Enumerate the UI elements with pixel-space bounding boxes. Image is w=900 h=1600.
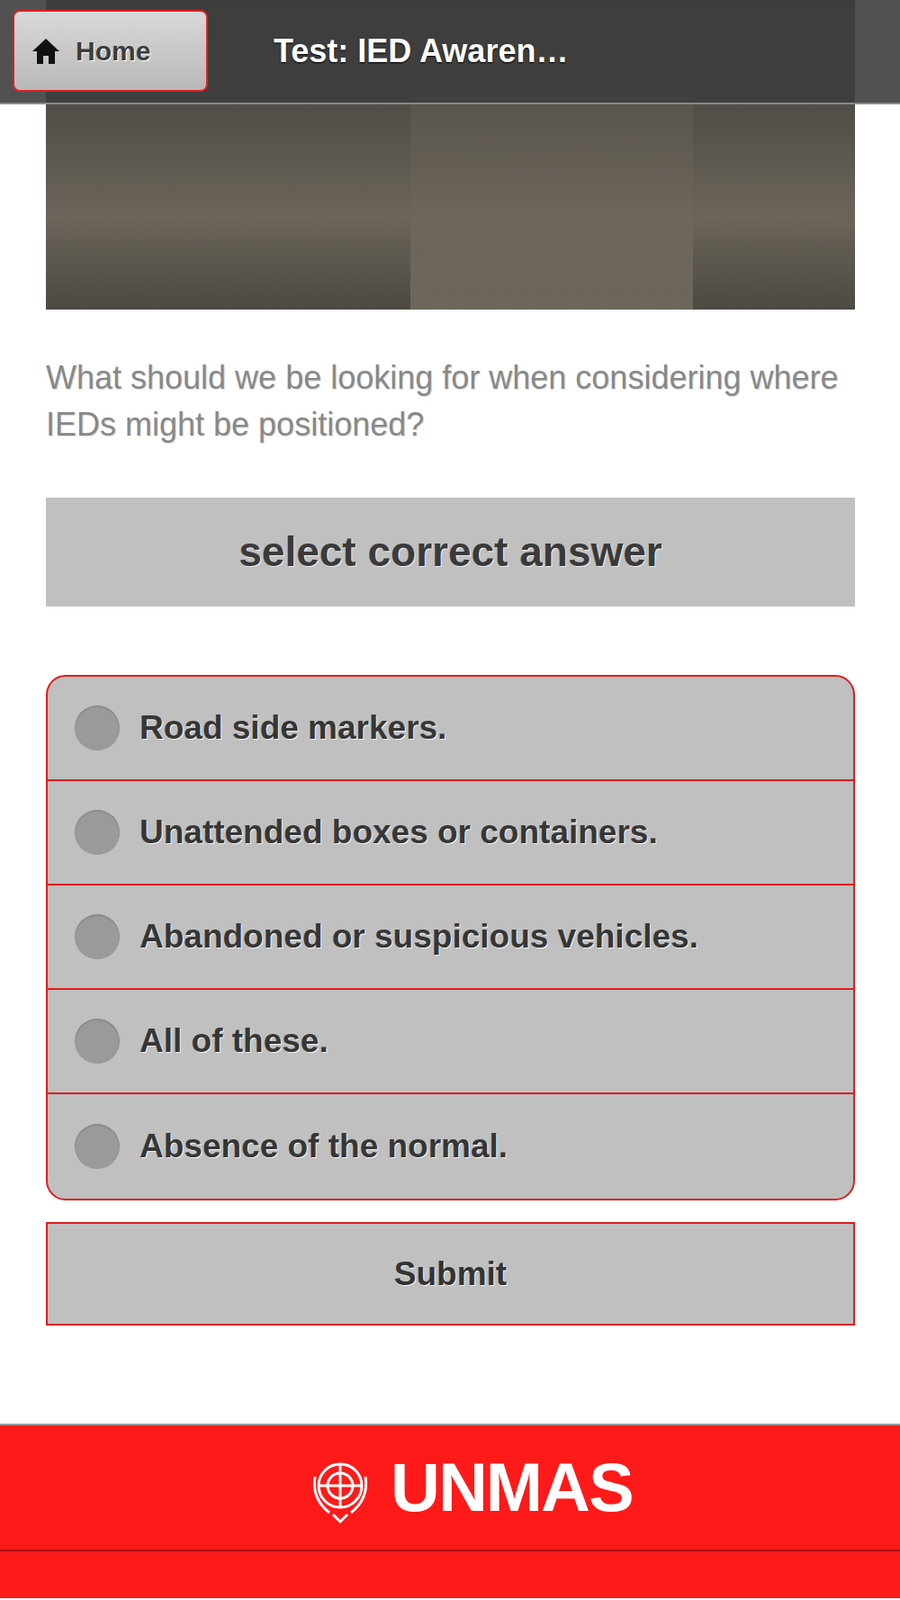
- option-row[interactable]: Absence of the normal.: [47, 1094, 854, 1199]
- house-icon: [30, 36, 62, 66]
- option-row[interactable]: All of these.: [47, 990, 854, 1095]
- home-label[interactable]: Home: [75, 30, 151, 72]
- home-button[interactable]: Home: [12, 9, 208, 92]
- header-area: Home Test: IED Awaren…: [0, 0, 900, 310]
- radio-button[interactable]: [74, 1018, 120, 1064]
- option-label[interactable]: Unattended boxes or containers.: [139, 807, 658, 858]
- radio-button[interactable]: [74, 1124, 120, 1170]
- radio-button[interactable]: [74, 810, 120, 855]
- question-text: What should we be looking for when consi…: [45, 354, 855, 449]
- option-row[interactable]: Abandoned or suspicious vehicles.: [47, 885, 854, 990]
- top-bar: Home Test: IED Awaren…: [0, 0, 900, 105]
- page-title: Test: IED Awaren…: [273, 27, 568, 76]
- answer-prompt: select correct answer: [45, 497, 855, 607]
- option-label[interactable]: Abandoned or suspicious vehicles.: [139, 911, 699, 963]
- footer-strip: [0, 1549, 900, 1599]
- option-label[interactable]: All of these.: [139, 1016, 329, 1067]
- option-row[interactable]: Road side markers.: [47, 676, 854, 782]
- unmas-logo-text: UNMAS: [390, 1449, 633, 1526]
- radio-button[interactable]: [74, 914, 120, 960]
- radio-button[interactable]: [74, 705, 120, 751]
- quiz-body: What should we be looking for when consi…: [0, 354, 900, 1326]
- un-emblem-icon: [302, 1449, 378, 1526]
- logo-wrap: UNMAS: [390, 1453, 598, 1522]
- footer: UNMAS: [0, 1423, 900, 1550]
- submit-button[interactable]: Submit: [45, 1222, 855, 1326]
- option-label[interactable]: Absence of the normal.: [139, 1121, 508, 1172]
- options-list: Road side markers. Unattended boxes or co…: [45, 675, 855, 1201]
- option-label[interactable]: Road side markers.: [139, 702, 447, 754]
- option-row[interactable]: Unattended boxes or containers.: [47, 781, 854, 886]
